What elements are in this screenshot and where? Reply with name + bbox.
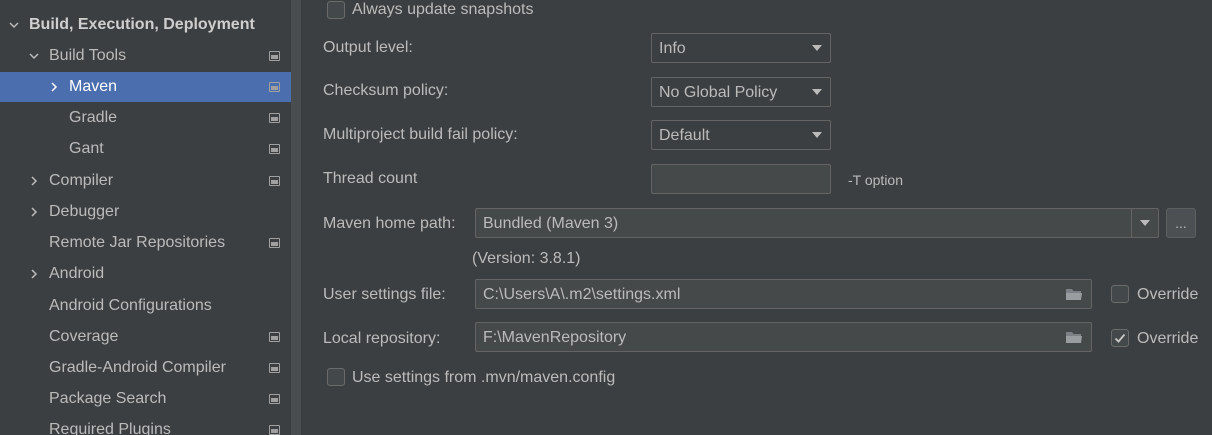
project-level-icon [269, 82, 280, 92]
sidebar-item-label: Remote Jar Repositories [49, 234, 226, 251]
project-level-icon [269, 425, 280, 435]
checksum-policy-dropdown[interactable]: No Global Policy [651, 77, 831, 107]
sidebar-item-label: Required Plugins [49, 421, 171, 435]
sidebar-item-label: Gant [69, 140, 104, 157]
local-repository-value: F:\MavenRepository [483, 329, 627, 346]
sidebar-item-build-tools[interactable]: Build Tools [0, 41, 291, 71]
multiproject-policy-label: Multiproject build fail policy: [323, 126, 518, 143]
maven-home-path-dropdown[interactable]: Bundled (Maven 3) [475, 208, 1159, 238]
local-repository-override-label: Override [1137, 330, 1199, 347]
output-level-value: Info [659, 40, 686, 57]
maven-home-path-value: Bundled (Maven 3) [483, 215, 619, 232]
settings-tree: Build, Execution, Deployment Build Tools M… [0, 0, 291, 435]
project-level-icon [269, 113, 280, 123]
checksum-policy-value: No Global Policy [659, 84, 778, 101]
sidebar-item-maven[interactable]: Maven [0, 72, 291, 102]
maven-home-path-label: Maven home path: [323, 215, 456, 232]
maven-version-label: (Version: 3.8.1) [472, 250, 581, 267]
always-update-snapshots-label: Always update snapshots [352, 1, 534, 18]
sidebar-item-debugger[interactable]: Debugger [0, 197, 291, 227]
project-level-icon [269, 332, 280, 342]
sidebar-item-label: Maven [69, 78, 118, 95]
thread-count-label: Thread count [323, 170, 418, 187]
sidebar-item-compiler[interactable]: Compiler [0, 166, 291, 196]
maven-settings-panel: Always update snapshots Output level: In… [301, 0, 1212, 435]
user-settings-override-checkbox[interactable] [1111, 285, 1129, 303]
project-level-icon [269, 176, 280, 186]
chevron-right-icon[interactable] [26, 266, 42, 282]
chevron-down-icon [1140, 220, 1150, 226]
user-settings-file-input[interactable]: C:\Users\A\.m2\settings.xml [475, 279, 1092, 309]
multiproject-policy-value: Default [659, 127, 710, 144]
sidebar-item-label: Android [49, 265, 105, 282]
user-settings-file-value: C:\Users\A\.m2\settings.xml [483, 286, 681, 303]
sidebar-item-gant[interactable]: Gant [0, 134, 291, 164]
chevron-down-icon [812, 45, 822, 51]
sidebar-item-required-plugins[interactable]: Required Plugins [0, 415, 291, 435]
sidebar-item-label: Gradle [69, 109, 118, 126]
sidebar-item-label: Package Search [49, 390, 167, 407]
sidebar-item-coverage[interactable]: Coverage [0, 322, 291, 352]
sidebar-item-build-execution-deployment[interactable]: Build, Execution, Deployment [0, 10, 291, 40]
local-repository-input[interactable]: F:\MavenRepository [475, 322, 1092, 352]
chevron-down-icon [812, 89, 822, 95]
chevron-right-icon[interactable] [26, 204, 42, 220]
thread-count-input[interactable] [651, 164, 831, 194]
use-mvn-config-label: Use settings from .mvn/maven.config [352, 369, 616, 386]
project-level-icon [269, 238, 280, 248]
chevron-right-icon[interactable] [26, 173, 42, 189]
user-settings-file-label: User settings file: [323, 286, 446, 303]
sidebar-item-gradle-android-compiler[interactable]: Gradle-Android Compiler [0, 353, 291, 383]
always-update-snapshots-checkbox[interactable] [327, 1, 345, 19]
local-repository-label: Local repository: [323, 330, 441, 347]
project-level-icon [269, 394, 280, 404]
sidebar-item-label: Gradle-Android Compiler [49, 359, 226, 376]
combo-separator [1131, 209, 1132, 237]
folder-icon[interactable] [1065, 331, 1083, 344]
thread-count-hint: -T option [848, 172, 903, 188]
project-level-icon [269, 363, 280, 373]
sidebar-item-label: Compiler [49, 172, 114, 189]
project-level-icon [269, 144, 280, 154]
local-repository-override-checkbox[interactable] [1111, 329, 1129, 347]
chevron-down-icon [812, 132, 822, 138]
user-settings-override-label: Override [1137, 286, 1199, 303]
sidebar-item-label: Build, Execution, Deployment [29, 16, 255, 33]
sidebar-item-label: Android Configurations [49, 297, 212, 314]
chevron-down-icon[interactable] [26, 48, 42, 64]
use-mvn-config-checkbox[interactable] [327, 368, 345, 386]
chevron-right-icon[interactable] [46, 79, 62, 95]
browse-maven-home-button[interactable]: ... [1166, 208, 1196, 238]
sidebar-item-label: Build Tools [49, 47, 127, 64]
sidebar-item-android[interactable]: Android [0, 259, 291, 289]
project-level-icon [269, 51, 280, 61]
sidebar-item-android-configurations[interactable]: Android Configurations [0, 291, 291, 321]
sidebar-item-label: Debugger [49, 203, 120, 220]
chevron-down-icon[interactable] [6, 17, 22, 33]
sidebar-item-remote-jar-repositories[interactable]: Remote Jar Repositories [0, 228, 291, 258]
output-level-label: Output level: [323, 39, 413, 56]
folder-icon[interactable] [1065, 288, 1083, 301]
output-level-dropdown[interactable]: Info [651, 33, 831, 63]
sidebar-item-package-search[interactable]: Package Search [0, 384, 291, 414]
checksum-policy-label: Checksum policy: [323, 82, 449, 99]
check-icon [1114, 333, 1126, 343]
multiproject-policy-dropdown[interactable]: Default [651, 120, 831, 150]
sidebar-item-label: Coverage [49, 328, 119, 345]
sidebar-item-gradle[interactable]: Gradle [0, 103, 291, 133]
splitter[interactable] [291, 0, 301, 435]
